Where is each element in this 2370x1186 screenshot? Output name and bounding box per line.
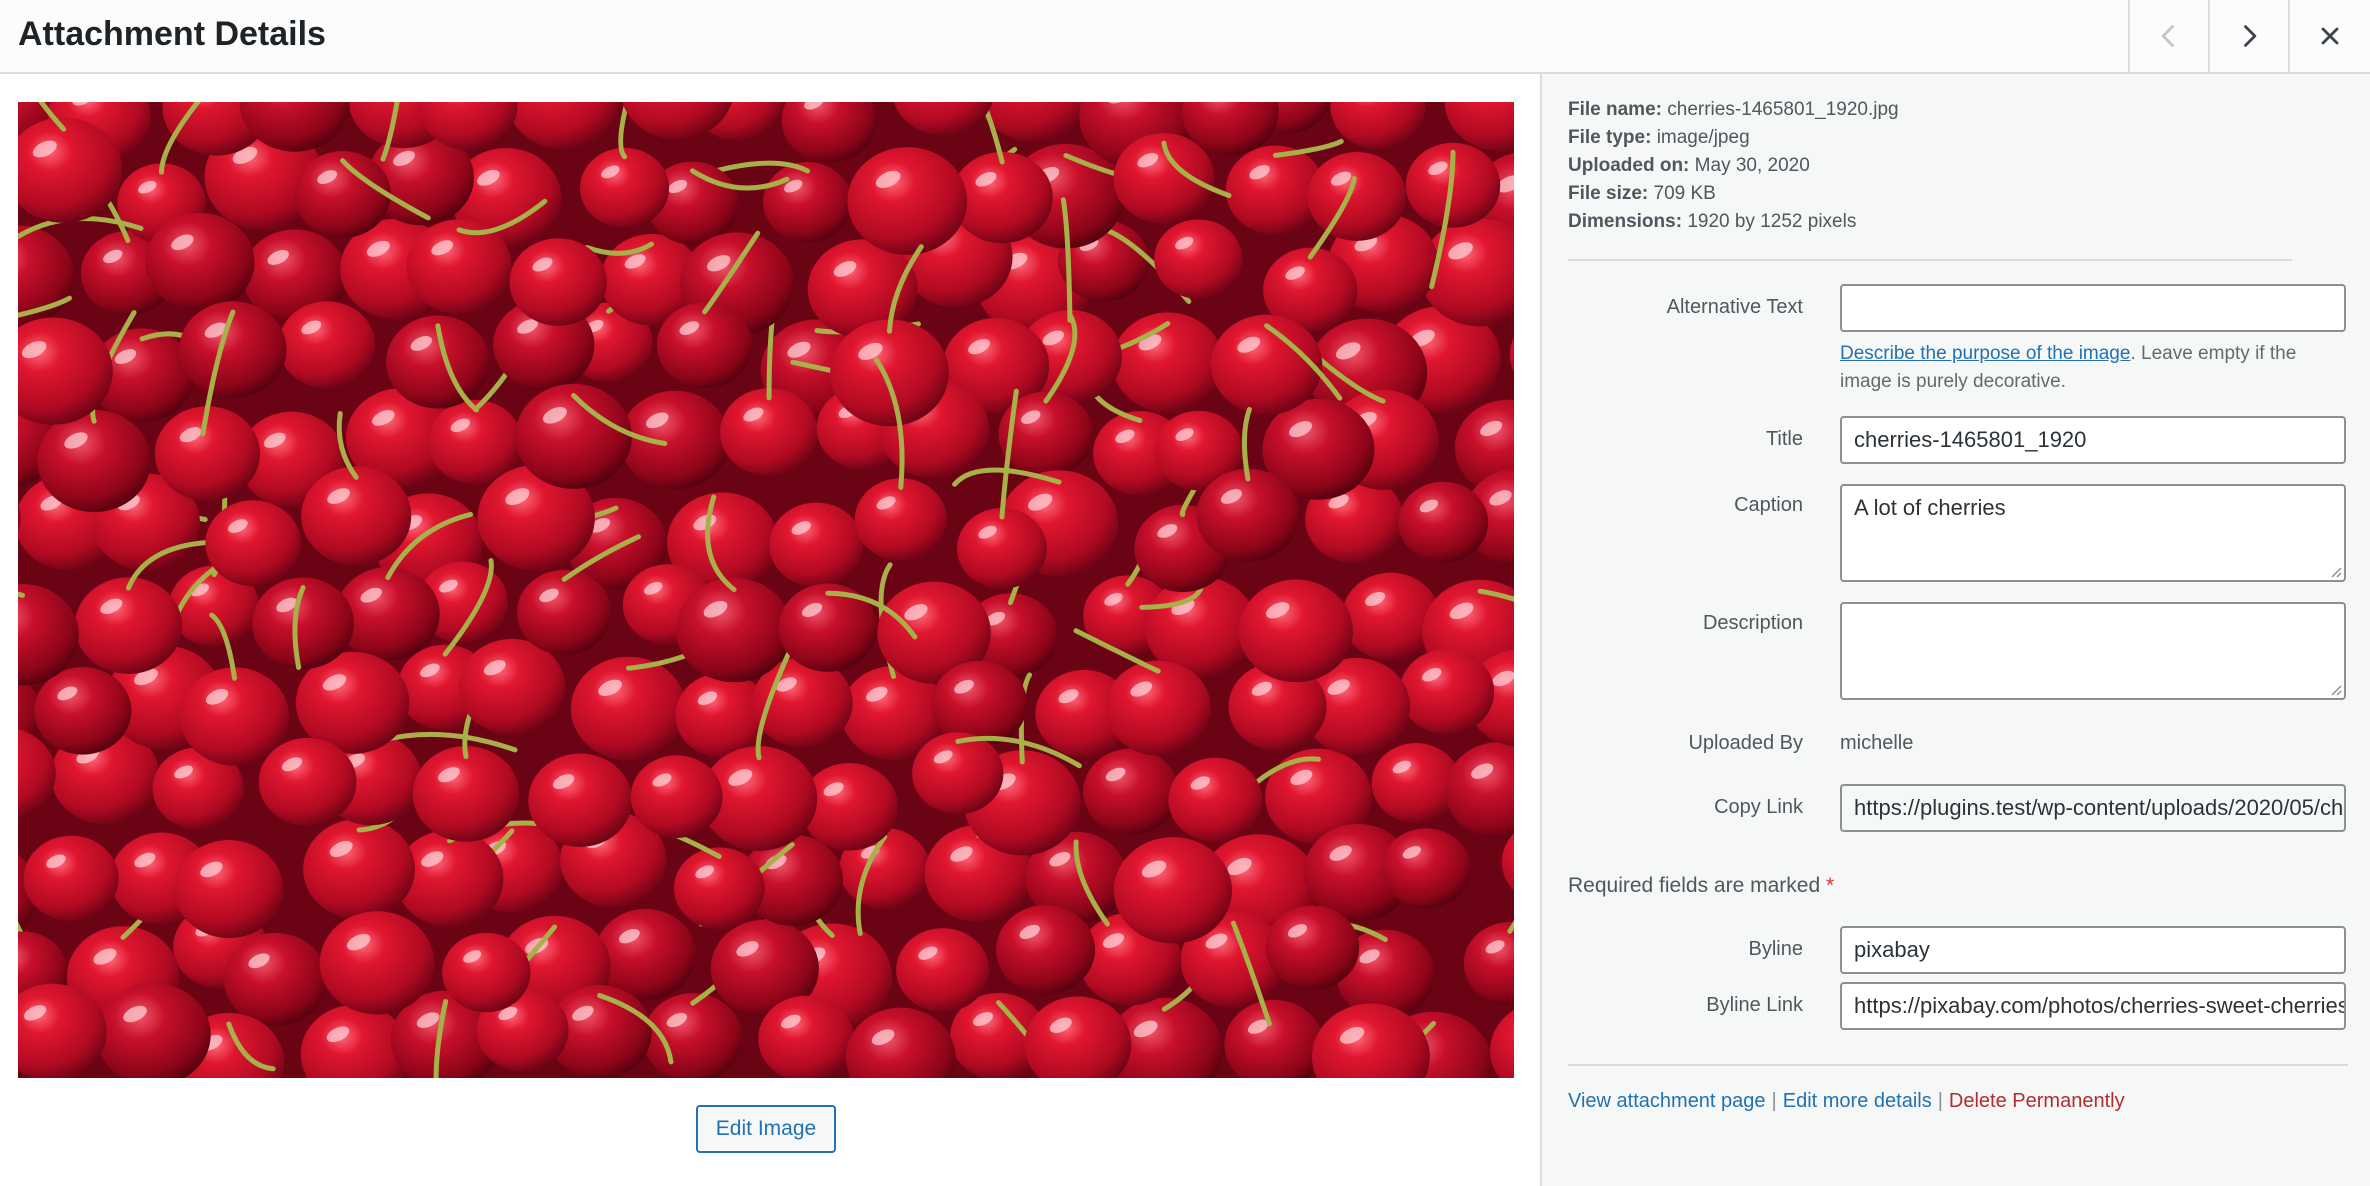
cherry [442,932,531,1013]
file-size-value: 709 KB [1653,183,1716,204]
cherry [278,301,376,389]
alt-text-label: Alternative Text [1666,296,1803,318]
byline-link-label: Byline Link [1706,994,1803,1016]
cherry [1381,828,1471,909]
cherry [223,932,328,1026]
cherry [769,502,864,588]
close-icon [2321,27,2339,45]
cherry [23,835,119,922]
image-preview-area: Edit Image [0,74,1540,1186]
chevron-left-icon [2161,25,2174,47]
cherry [1154,219,1243,299]
cherry [458,638,566,735]
cherry [1113,837,1233,944]
cherry [1307,152,1407,241]
delete-permanently-link[interactable]: Delete Permanently [1949,1090,2125,1112]
separator: | [1937,1090,1943,1112]
attachment-image [18,102,1514,1078]
cherry [847,147,968,255]
next-button[interactable] [2208,0,2288,72]
modal-header: Attachment Details [0,0,2370,74]
cherry [1238,579,1353,683]
cherry [34,667,132,755]
required-fields-note: Required fields are marked * [1568,874,1834,898]
dimensions-row: Dimensions: 1920 by 1252 pixels [1568,208,1899,236]
cherry [205,500,302,587]
cherry [258,737,357,826]
uploaded-on-row: Uploaded on: May 30, 2020 [1568,152,1899,180]
cherry [1398,481,1489,563]
caption-label: Caption [1734,494,1803,516]
cherry [528,753,633,847]
file-details: File name: cherries-1465801_1920.jpg Fil… [1568,96,1899,236]
byline-link-input[interactable]: https://pixabay.com/photos/cherries-swee… [1840,982,2346,1030]
uploaded-on-label: Uploaded on: [1568,155,1690,176]
resize-handle-icon[interactable] [2328,682,2342,696]
describe-purpose-link[interactable]: Describe the purpose of the image [1840,343,2130,364]
file-type-value: image/jpeg [1656,127,1750,148]
dimensions-label: Dimensions: [1568,211,1683,232]
cherry [1083,748,1179,835]
uploaded-by-label: Uploaded By [1688,732,1803,754]
required-note-text: Required fields are marked [1568,874,1821,897]
page-title: Attachment Details [18,15,326,53]
cherry [1399,649,1495,735]
description-textarea[interactable] [1840,602,2346,700]
edit-more-details-link[interactable]: Edit more details [1783,1090,1932,1112]
cherry [1265,905,1360,990]
file-type-row: File type: image/jpeg [1568,124,1899,152]
cherries-photo [18,102,1514,1078]
dimensions-value: 1920 by 1252 pixels [1687,211,1857,232]
copy-link-label: Copy Link [1714,796,1803,818]
title-input[interactable]: cherries-1465801_1920 [1840,416,2346,464]
caption-textarea[interactable]: A lot of cherries [1840,484,2346,582]
cherry [619,390,730,490]
caption-value: A lot of cherries [1854,495,2006,520]
edit-image-button[interactable]: Edit Image [696,1105,836,1153]
cherry [630,755,723,838]
byline-label: Byline [1748,938,1803,960]
byline-input[interactable]: pixabay [1840,926,2346,974]
alt-text-help: Describe the purpose of the image. Leave… [1840,340,2350,396]
file-size-row: File size: 709 KB [1568,180,1899,208]
attachment-sidebar: File name: cherries-1465801_1920.jpg Fil… [1540,74,2370,1186]
resize-handle-icon[interactable] [2328,564,2342,578]
file-name-label: File name: [1568,99,1662,120]
details-divider [1568,259,2292,261]
copy-link-input[interactable]: https://plugins.test/wp-content/uploads/… [1840,784,2346,832]
cherry [1168,757,1263,843]
cherry [174,840,284,939]
file-type-label: File type: [1568,127,1652,148]
actions-divider [1568,1064,2348,1066]
uploaded-on-value: May 30, 2020 [1694,155,1810,176]
cherry [319,911,435,1015]
required-star: * [1825,874,1835,897]
separator: | [1771,1090,1777,1112]
attachment-actions: View attachment page | Edit more details | D… [1568,1090,2125,1113]
cherry [896,928,990,1012]
file-size-label: File size: [1568,183,1649,204]
previous-button[interactable] [2128,0,2208,72]
view-attachment-page-link[interactable]: View attachment page [1568,1090,1766,1112]
chevron-right-icon [2244,25,2257,47]
cherry [996,905,1096,995]
file-name-row: File name: cherries-1465801_1920.jpg [1568,96,1899,124]
cherry [145,212,255,312]
uploaded-by-value: michelle [1840,732,1914,754]
cherry [758,995,855,1078]
close-button[interactable] [2288,0,2370,72]
alt-text-input[interactable] [1840,284,2346,332]
cherry [252,577,354,670]
cherry [509,238,607,326]
description-label: Description [1702,612,1803,634]
file-name-value: cherries-1465801_1920.jpg [1667,99,1899,120]
title-label: Title [1765,428,1803,450]
